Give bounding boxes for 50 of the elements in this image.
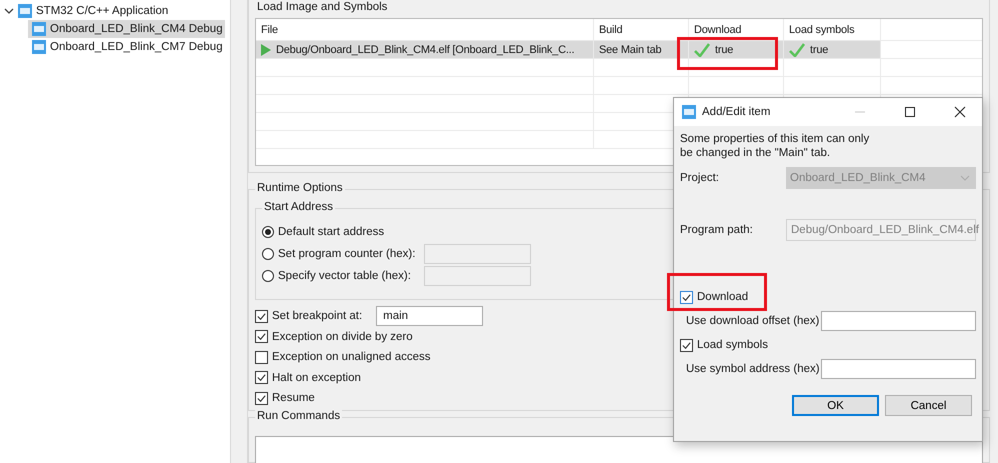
- text-area[interactable]: [255, 436, 983, 463]
- checkbox[interactable]: Exception on unaligned access: [255, 350, 431, 364]
- ide-icon: [32, 22, 46, 36]
- field-label: Project:: [680, 172, 720, 184]
- input-field[interactable]: [424, 266, 531, 286]
- chevron-down-icon[interactable]: [4, 6, 14, 16]
- field-label: Program path:: [680, 224, 754, 236]
- table-cell: true: [784, 41, 881, 59]
- ide-icon: [18, 4, 32, 18]
- group-title: Load Image and Symbols: [255, 0, 390, 14]
- group-title: Start Address: [262, 201, 336, 213]
- checkbox[interactable]: Halt on exception: [255, 371, 361, 384]
- checkmark-icon: [256, 310, 267, 322]
- ide-icon: [682, 105, 696, 119]
- field-label: Use symbol address (hex): [686, 363, 820, 375]
- message-text: be changed in the "Main" tab.: [680, 146, 832, 160]
- table-cell: See Main tab: [594, 41, 689, 59]
- radio-button[interactable]: Specify vector table (hex):: [262, 270, 424, 282]
- ide-icon: [32, 40, 46, 54]
- chevron-down-icon: [960, 175, 970, 181]
- window-title: Add/Edit item: [702, 106, 772, 118]
- input-field[interactable]: [821, 311, 976, 331]
- group-title: Run Commands: [255, 410, 342, 422]
- check-icon: [789, 42, 805, 56]
- input-field[interactable]: [424, 244, 531, 264]
- play-icon: [261, 44, 271, 56]
- check-icon: [694, 42, 710, 56]
- checkbox[interactable]: Set breakpoint at:: [255, 310, 362, 323]
- tree-item[interactable]: Onboard_LED_Blink_CM7 Debug: [28, 38, 225, 56]
- checkmark-icon: [681, 292, 692, 302]
- dialog-button[interactable]: OK: [792, 395, 879, 416]
- radio-button[interactable]: Default start address: [262, 226, 424, 238]
- input-field[interactable]: main: [376, 306, 484, 326]
- checkbox[interactable]: Load symbols: [680, 338, 768, 352]
- checkbox[interactable]: Exception on divide by zero: [255, 330, 413, 344]
- field-label: Use download offset (hex): [686, 315, 820, 327]
- tree-item[interactable]: Onboard_LED_Blink_CM4 Debug: [28, 20, 225, 38]
- tree-item[interactable]: STM32 C/C++ Application: [36, 5, 168, 17]
- message-text: Some properties of this item can only: [680, 132, 870, 146]
- checkmark-icon: [256, 372, 267, 384]
- checkmark-icon: [256, 331, 267, 342]
- checkmark-icon: [681, 340, 692, 350]
- checkbox[interactable]: Resume: [255, 392, 315, 405]
- table-cell[interactable]: Debug/Onboard_LED_Blink_CM4.elf [Onboard_LED_Blink_C...: [256, 41, 594, 59]
- checkmark-icon: [256, 392, 267, 404]
- group-title: Runtime Options: [255, 182, 345, 194]
- dialog-button[interactable]: Cancel: [885, 395, 972, 416]
- checkbox[interactable]: Download: [680, 290, 748, 304]
- radio-button[interactable]: Set program counter (hex):: [262, 248, 424, 260]
- input-field[interactable]: [821, 359, 976, 379]
